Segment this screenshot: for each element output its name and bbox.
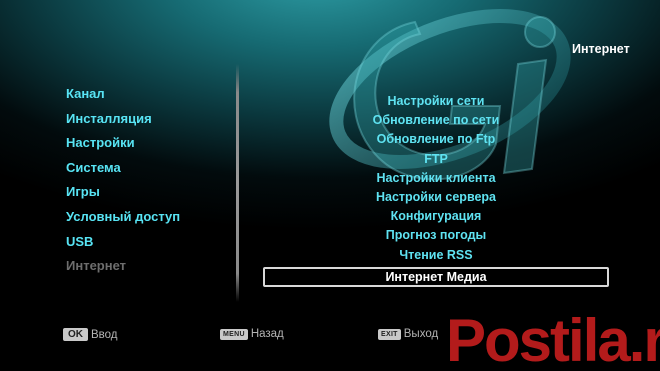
submenu-item-server-settings[interactable]: Настройки сервера [263,188,609,207]
submenu-item-rss-reader[interactable]: Чтение RSS [263,246,609,265]
main-menu-item-installation[interactable]: Инсталляция [66,110,180,135]
main-menu: Канал Инсталляция Настройки Система Игры… [66,85,180,282]
watermark-text: Postila.ru [446,310,660,371]
menu-key-icon: MENU [220,328,248,340]
ok-hint-label: Ввод [91,328,118,341]
tv-menu-screen: Интернет Канал Инсталляция Настройки Сис… [0,0,660,371]
submenu-item-ftp-update[interactable]: Обновление по Ftp [263,130,609,149]
internet-submenu: Настройки сети Обновление по сети Обновл… [263,92,609,287]
main-menu-item-channel[interactable]: Канал [66,85,180,110]
footer-menu-hint: MENU Назад [220,328,284,340]
postila-watermark: Postila.ru [446,310,660,371]
exit-hint-label: Выход [403,328,439,340]
main-menu-item-usb[interactable]: USB [66,233,180,258]
submenu-item-weather-forecast[interactable]: Прогноз погоды [263,226,609,245]
submenu-item-network-settings[interactable]: Настройки сети [263,92,609,111]
main-menu-item-settings[interactable]: Настройки [66,134,180,159]
main-menu-item-system[interactable]: Система [66,159,180,184]
page-title: Интернет [572,42,630,56]
exit-key-icon: EXIT [378,328,401,340]
main-menu-item-games[interactable]: Игры [66,183,180,208]
submenu-item-internet-media[interactable]: Интернет Медиа [263,266,609,287]
submenu-item-client-settings[interactable]: Настройки клиента [263,169,609,188]
footer-ok-hint: OK Ввод [63,328,118,341]
footer-exit-hint: EXIT Выход [378,328,438,340]
menu-hint-label: Назад [250,328,284,340]
ok-key-icon: OK [63,328,88,341]
main-menu-item-internet[interactable]: Интернет [66,257,180,282]
submenu-item-ftp[interactable]: FTP [263,150,609,169]
submenu-item-network-update[interactable]: Обновление по сети [263,111,609,130]
main-menu-item-conditional-access[interactable]: Условный доступ [66,208,180,233]
menu-divider [236,64,239,302]
submenu-item-configuration[interactable]: Конфигурация [263,207,609,226]
